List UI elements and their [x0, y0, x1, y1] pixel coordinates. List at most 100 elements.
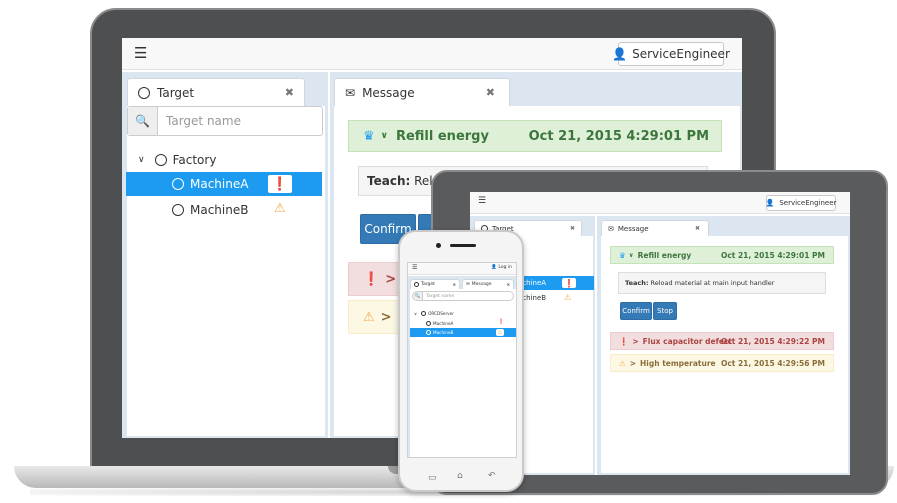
tab-target-label: Target — [421, 282, 435, 287]
robot-icon: ♛ — [619, 250, 626, 260]
message-title: Refill energy — [637, 250, 692, 260]
exclamation-circle-icon: ❗ — [498, 319, 505, 325]
chevron-right-icon: > — [380, 309, 392, 325]
stop-button[interactable]: Stop — [653, 302, 677, 320]
message-header[interactable]: ♛ ∨ Refill energy Oct 21, 2015 4:29:01 P… — [348, 120, 722, 152]
close-icon[interactable]: ✖ — [507, 282, 510, 287]
chevron-down-icon[interactable]: ∨ — [414, 311, 417, 316]
message-title: Refill energy — [395, 128, 489, 144]
warning-triangle-icon: ⚠ — [274, 201, 286, 216]
close-icon[interactable]: ✖ — [486, 86, 495, 99]
user-name: ServiceEngineer — [779, 199, 837, 207]
tab-message-label: Message — [471, 282, 492, 287]
close-icon[interactable]: ✖ — [285, 86, 294, 99]
warning-triangle-icon: ⚠ — [564, 293, 572, 302]
search-placeholder: Target name — [166, 114, 241, 128]
warning-triangle-icon: ⚠ — [363, 309, 375, 325]
tree-item-label: MachineB — [190, 203, 249, 217]
exclamation-circle-icon: ❗ — [619, 336, 629, 346]
tab-message-label: Message — [617, 224, 649, 233]
chevron-right-icon: > — [629, 358, 637, 368]
tree-root-label: Factory — [172, 153, 217, 167]
phone-camera — [436, 243, 441, 248]
home-key[interactable]: ⌂ — [457, 471, 463, 481]
message-timestamp: Oct 21, 2015 4:29:01 PM — [528, 128, 709, 144]
alert-high-temperature[interactable]: ⚠ > High temperature Oct 21, 2015 4:29:5… — [610, 354, 834, 372]
exclamation-circle-icon: ❗ — [562, 278, 576, 288]
tree-item-machinea[interactable]: MachineA ❗ — [410, 319, 516, 327]
tree-root[interactable]: ∨ ORCDServer — [414, 309, 454, 317]
hamburger-icon[interactable]: ☰ — [134, 44, 147, 62]
alert-title: High temperature — [640, 358, 716, 368]
login-label: Log in — [498, 265, 512, 270]
exclamation-circle-icon: ❗ — [268, 175, 292, 193]
tree-item-label: MachineB — [433, 330, 454, 335]
message-timestamp: Oct 21, 2015 4:29:01 PM — [720, 250, 825, 260]
chevron-down-icon: ∨ — [628, 251, 634, 259]
target-icon — [172, 178, 184, 190]
alert-title: Flux capacitor defect — [642, 336, 732, 346]
teach-label: Teach: — [625, 279, 649, 287]
tab-message[interactable]: ✉ Message ✖ — [601, 220, 709, 236]
target-icon — [421, 310, 427, 316]
envelope-icon: ✉ — [608, 224, 614, 233]
confirm-button[interactable]: Confirm — [620, 302, 652, 320]
tab-message[interactable]: ✉ Message ✖ — [462, 279, 514, 289]
target-icon — [426, 320, 431, 326]
tree-item-machineb[interactable]: MachineB ⚠ — [410, 328, 516, 337]
target-icon — [426, 330, 431, 335]
tree-root[interactable]: ∨ Factory — [138, 150, 216, 170]
warning-triangle-icon: ⚠ — [619, 358, 626, 368]
tab-target[interactable]: Target ✖ — [127, 78, 305, 106]
envelope-icon: ✉ — [466, 282, 470, 287]
target-icon — [414, 282, 419, 287]
alert-flux-capacitor[interactable]: ❗ > Flux capacitor defect Oct 21, 2015 4… — [610, 332, 834, 350]
navbar: ☰ 👤 Log in — [408, 263, 516, 275]
chevron-right-icon: > — [632, 336, 639, 346]
stop-label: Stop — [657, 307, 673, 315]
target-icon — [154, 154, 167, 166]
user-name: ServiceEngineer — [632, 47, 730, 61]
hamburger-icon[interactable]: ☰ — [412, 264, 417, 271]
tab-target[interactable]: Target ✖ — [410, 279, 460, 289]
chevron-right-icon: > — [385, 271, 397, 287]
tab-target-label: Target — [157, 85, 195, 100]
recent-apps-key[interactable]: ▭ — [428, 473, 437, 483]
teach-box: Teach: Reload material at main input han… — [618, 272, 826, 294]
tab-message[interactable]: ✉ Message ✖ — [334, 78, 510, 106]
phone-speaker — [450, 244, 476, 247]
tab-message-label: Message — [362, 85, 415, 100]
back-key[interactable]: ↶ — [488, 471, 496, 481]
close-icon[interactable]: ✖ — [695, 225, 700, 232]
search-icon: 🔍 — [128, 107, 158, 135]
navbar: ☰ 👤 ServiceEngineer — [122, 38, 742, 70]
alert-timestamp: Oct 21, 2015 4:29:22 PM — [720, 336, 825, 346]
target-icon — [138, 86, 150, 99]
chevron-down-icon: ∨ — [380, 131, 388, 141]
tree-item-label: MachineA — [433, 320, 454, 326]
login-button[interactable]: 👤 Log in — [491, 265, 512, 270]
search-placeholder: Target name — [426, 293, 455, 299]
teach-text: Reload material at main input handler — [650, 279, 775, 287]
chevron-down-icon[interactable]: ∨ — [138, 155, 145, 165]
close-icon[interactable]: ✖ — [453, 282, 456, 287]
message-header[interactable]: ♛ ∨ Refill energy Oct 21, 2015 4:29:01 P… — [610, 246, 834, 264]
search-input[interactable]: 🔍 Target name — [127, 106, 323, 136]
user-icon: 👤 — [765, 199, 775, 207]
warning-triangle-icon: ⚠ — [496, 329, 504, 336]
user-icon: 👤 — [491, 265, 497, 270]
user-menu-button[interactable]: 👤 ServiceEngineer — [766, 195, 836, 211]
tree-item-label: MachineA — [190, 177, 249, 191]
tree-root-label: ORCDServer — [428, 310, 454, 316]
search-input[interactable]: 🔍 Target name — [412, 291, 514, 301]
hamburger-icon[interactable]: ☰ — [478, 196, 486, 206]
close-icon[interactable]: ✖ — [570, 225, 575, 232]
tree-item-machineb[interactable]: MachineB ⚠ — [126, 198, 322, 222]
confirm-label: Confirm — [622, 307, 650, 315]
tree-item-machinea[interactable]: MachineA ❗ — [126, 172, 322, 196]
exclamation-circle-icon: ❗ — [363, 271, 380, 287]
teach-label: Teach: — [367, 174, 411, 188]
tablet-screen: ☰ 👤 ServiceEngineer Target ✖ MachineA ❗ … — [470, 192, 850, 475]
user-menu-button[interactable]: 👤 ServiceEngineer — [612, 42, 730, 66]
target-icon — [172, 204, 184, 216]
